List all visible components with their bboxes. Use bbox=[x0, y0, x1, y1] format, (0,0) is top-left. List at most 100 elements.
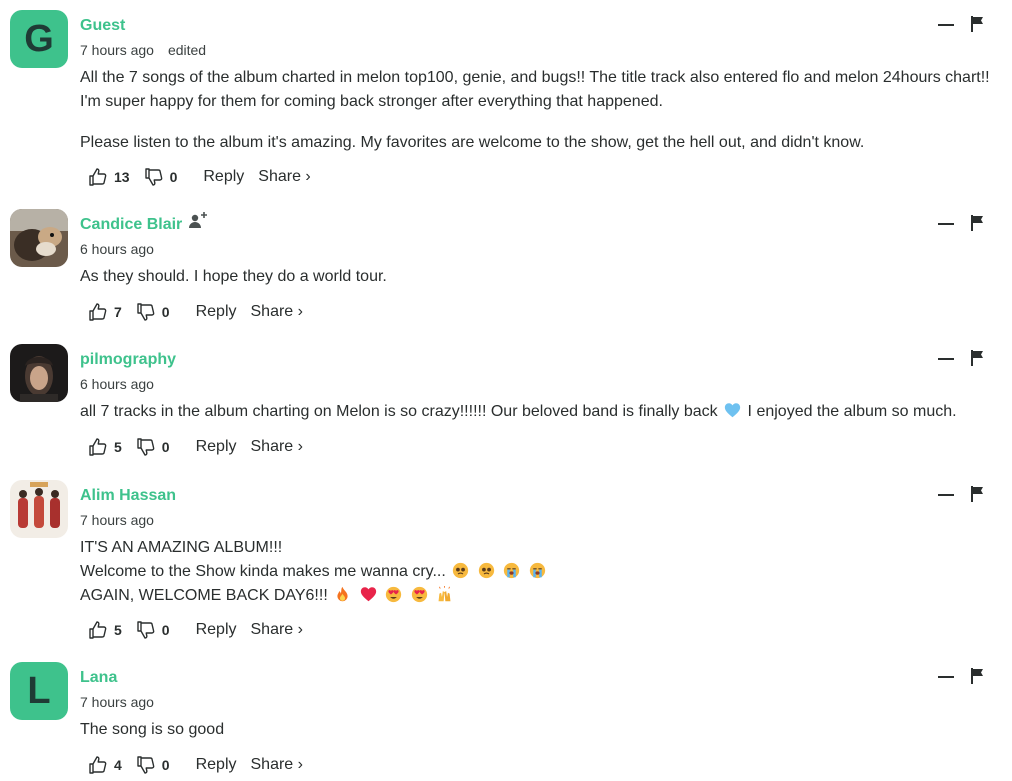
comment-body: As they should. I hope they do a world t… bbox=[80, 265, 1005, 289]
username[interactable]: pilmography bbox=[80, 350, 176, 370]
collapse-icon[interactable] bbox=[938, 24, 954, 26]
flag-icon[interactable] bbox=[971, 350, 985, 366]
timestamp[interactable]: 7 hours ago bbox=[80, 694, 154, 710]
thumbs-up-icon bbox=[88, 302, 108, 322]
collapse-icon[interactable] bbox=[938, 494, 954, 496]
flag-icon[interactable] bbox=[971, 486, 985, 502]
comment-paragraph: IT'S AN AMAZING ALBUM!!! Welcome to the … bbox=[80, 536, 1005, 608]
collapse-icon[interactable] bbox=[938, 676, 954, 678]
reply-button[interactable]: Reply bbox=[196, 303, 237, 321]
fire-icon bbox=[337, 586, 348, 602]
avatar[interactable]: G bbox=[10, 10, 68, 68]
downvote-count: 0 bbox=[169, 169, 178, 185]
edited-label: edited bbox=[167, 42, 207, 58]
timestamp[interactable]: 7 hours ago bbox=[80, 512, 154, 528]
comment-body: IT'S AN AMAZING ALBUM!!! Welcome to the … bbox=[80, 536, 1005, 608]
upvote-count: 7 bbox=[114, 304, 122, 320]
heart-icon bbox=[360, 587, 376, 602]
comment-line: Welcome to the Show kinda makes me wanna… bbox=[80, 563, 446, 580]
share-button[interactable]: Share › bbox=[258, 168, 310, 186]
username[interactable]: Alim Hassan bbox=[80, 486, 176, 506]
avatar-image bbox=[10, 344, 68, 402]
comment-paragraph: The song is so good bbox=[80, 721, 225, 738]
upvote-count: 4 bbox=[114, 757, 122, 773]
reply-button[interactable]: Reply bbox=[203, 168, 244, 186]
reply-button[interactable]: Reply bbox=[196, 756, 237, 774]
comment-actions: 7 0 Reply Share › bbox=[88, 300, 303, 324]
thumbs-down-icon bbox=[136, 437, 156, 457]
downvote-button[interactable] bbox=[136, 302, 156, 322]
thumbs-up-icon bbox=[88, 437, 108, 457]
upvote-button[interactable] bbox=[88, 755, 108, 775]
thumbs-down-icon bbox=[144, 167, 164, 187]
downvote-count: 0 bbox=[161, 757, 170, 773]
downvote-button[interactable] bbox=[136, 437, 156, 457]
raised-hands-icon bbox=[438, 586, 451, 602]
username[interactable]: Guest bbox=[80, 16, 125, 36]
upvote-count: 5 bbox=[114, 439, 122, 455]
reply-button[interactable]: Reply bbox=[196, 621, 237, 639]
reply-button[interactable]: Reply bbox=[196, 438, 237, 456]
comment-paragraph: As they should. I hope they do a world t… bbox=[80, 268, 387, 285]
upvote-button[interactable] bbox=[88, 167, 108, 187]
downvote-count: 0 bbox=[161, 439, 170, 455]
avatar[interactable] bbox=[10, 480, 68, 538]
share-button[interactable]: Share › bbox=[251, 303, 303, 321]
avatar[interactable] bbox=[10, 344, 68, 402]
pleading-face-icon bbox=[453, 562, 469, 579]
crying-face-icon bbox=[504, 562, 520, 579]
comment-text: I enjoyed the album so much. bbox=[747, 403, 957, 420]
share-button[interactable]: Share › bbox=[251, 438, 303, 456]
flag-icon[interactable] bbox=[971, 16, 985, 32]
thumbs-up-icon bbox=[88, 167, 108, 187]
comment-line: AGAIN, WELCOME BACK DAY6!!! bbox=[80, 587, 328, 604]
timestamp[interactable]: 6 hours ago bbox=[80, 376, 154, 392]
collapse-icon[interactable] bbox=[938, 223, 954, 225]
comment-meta: 7 hours ago bbox=[80, 512, 154, 528]
comment-list: G Guest 7 hours ago edited All the 7 song… bbox=[0, 0, 1012, 781]
timestamp[interactable]: 6 hours ago bbox=[80, 241, 154, 257]
crying-face-icon bbox=[529, 562, 545, 579]
comment-meta: 6 hours ago bbox=[80, 241, 154, 257]
blue-heart-icon bbox=[724, 403, 741, 418]
share-button[interactable]: Share › bbox=[251, 621, 303, 639]
upvote-button[interactable] bbox=[88, 302, 108, 322]
upvote-count: 5 bbox=[114, 622, 122, 638]
follow-user-icon[interactable] bbox=[188, 211, 208, 231]
upvote-button[interactable] bbox=[88, 620, 108, 640]
avatar-image bbox=[10, 209, 68, 267]
username[interactable]: Candice Blair bbox=[80, 215, 182, 235]
downvote-button[interactable] bbox=[144, 167, 164, 187]
avatar[interactable]: L bbox=[10, 662, 68, 720]
comment-actions: 4 0 Reply Share › bbox=[88, 753, 303, 777]
comment-paragraph: all 7 tracks in the album charting on Me… bbox=[80, 400, 1005, 424]
username[interactable]: Lana bbox=[80, 668, 117, 688]
upvote-count: 13 bbox=[114, 169, 130, 185]
comment-actions: 5 0 Reply Share › bbox=[88, 618, 303, 642]
downvote-button[interactable] bbox=[136, 620, 156, 640]
comment-body: The song is so good bbox=[80, 718, 1005, 742]
thumbs-up-icon bbox=[88, 755, 108, 775]
comment-meta: 7 hours ago bbox=[80, 694, 154, 710]
heart-eyes-icon bbox=[411, 586, 427, 603]
thumbs-down-icon bbox=[136, 302, 156, 322]
comment-paragraph: Please listen to the album it's amazing.… bbox=[80, 134, 865, 151]
comment-meta: 7 hours ago edited bbox=[80, 42, 206, 58]
flag-icon[interactable] bbox=[971, 668, 985, 684]
downvote-button[interactable] bbox=[136, 755, 156, 775]
timestamp[interactable]: 7 hours ago bbox=[80, 42, 154, 58]
thumbs-down-icon bbox=[136, 755, 156, 775]
pleading-face-icon bbox=[478, 562, 494, 579]
downvote-count: 0 bbox=[161, 622, 170, 638]
downvote-count: 0 bbox=[161, 304, 170, 320]
avatar-image bbox=[10, 480, 68, 538]
flag-icon[interactable] bbox=[971, 215, 985, 231]
comment-body: all 7 tracks in the album charting on Me… bbox=[80, 400, 1005, 424]
collapse-icon[interactable] bbox=[938, 358, 954, 360]
comment-paragraph: All the 7 songs of the album charted in … bbox=[80, 69, 990, 110]
heart-eyes-icon bbox=[385, 586, 402, 603]
upvote-button[interactable] bbox=[88, 437, 108, 457]
share-button[interactable]: Share › bbox=[251, 756, 303, 774]
avatar[interactable] bbox=[10, 209, 68, 267]
comment-meta: 6 hours ago bbox=[80, 376, 154, 392]
